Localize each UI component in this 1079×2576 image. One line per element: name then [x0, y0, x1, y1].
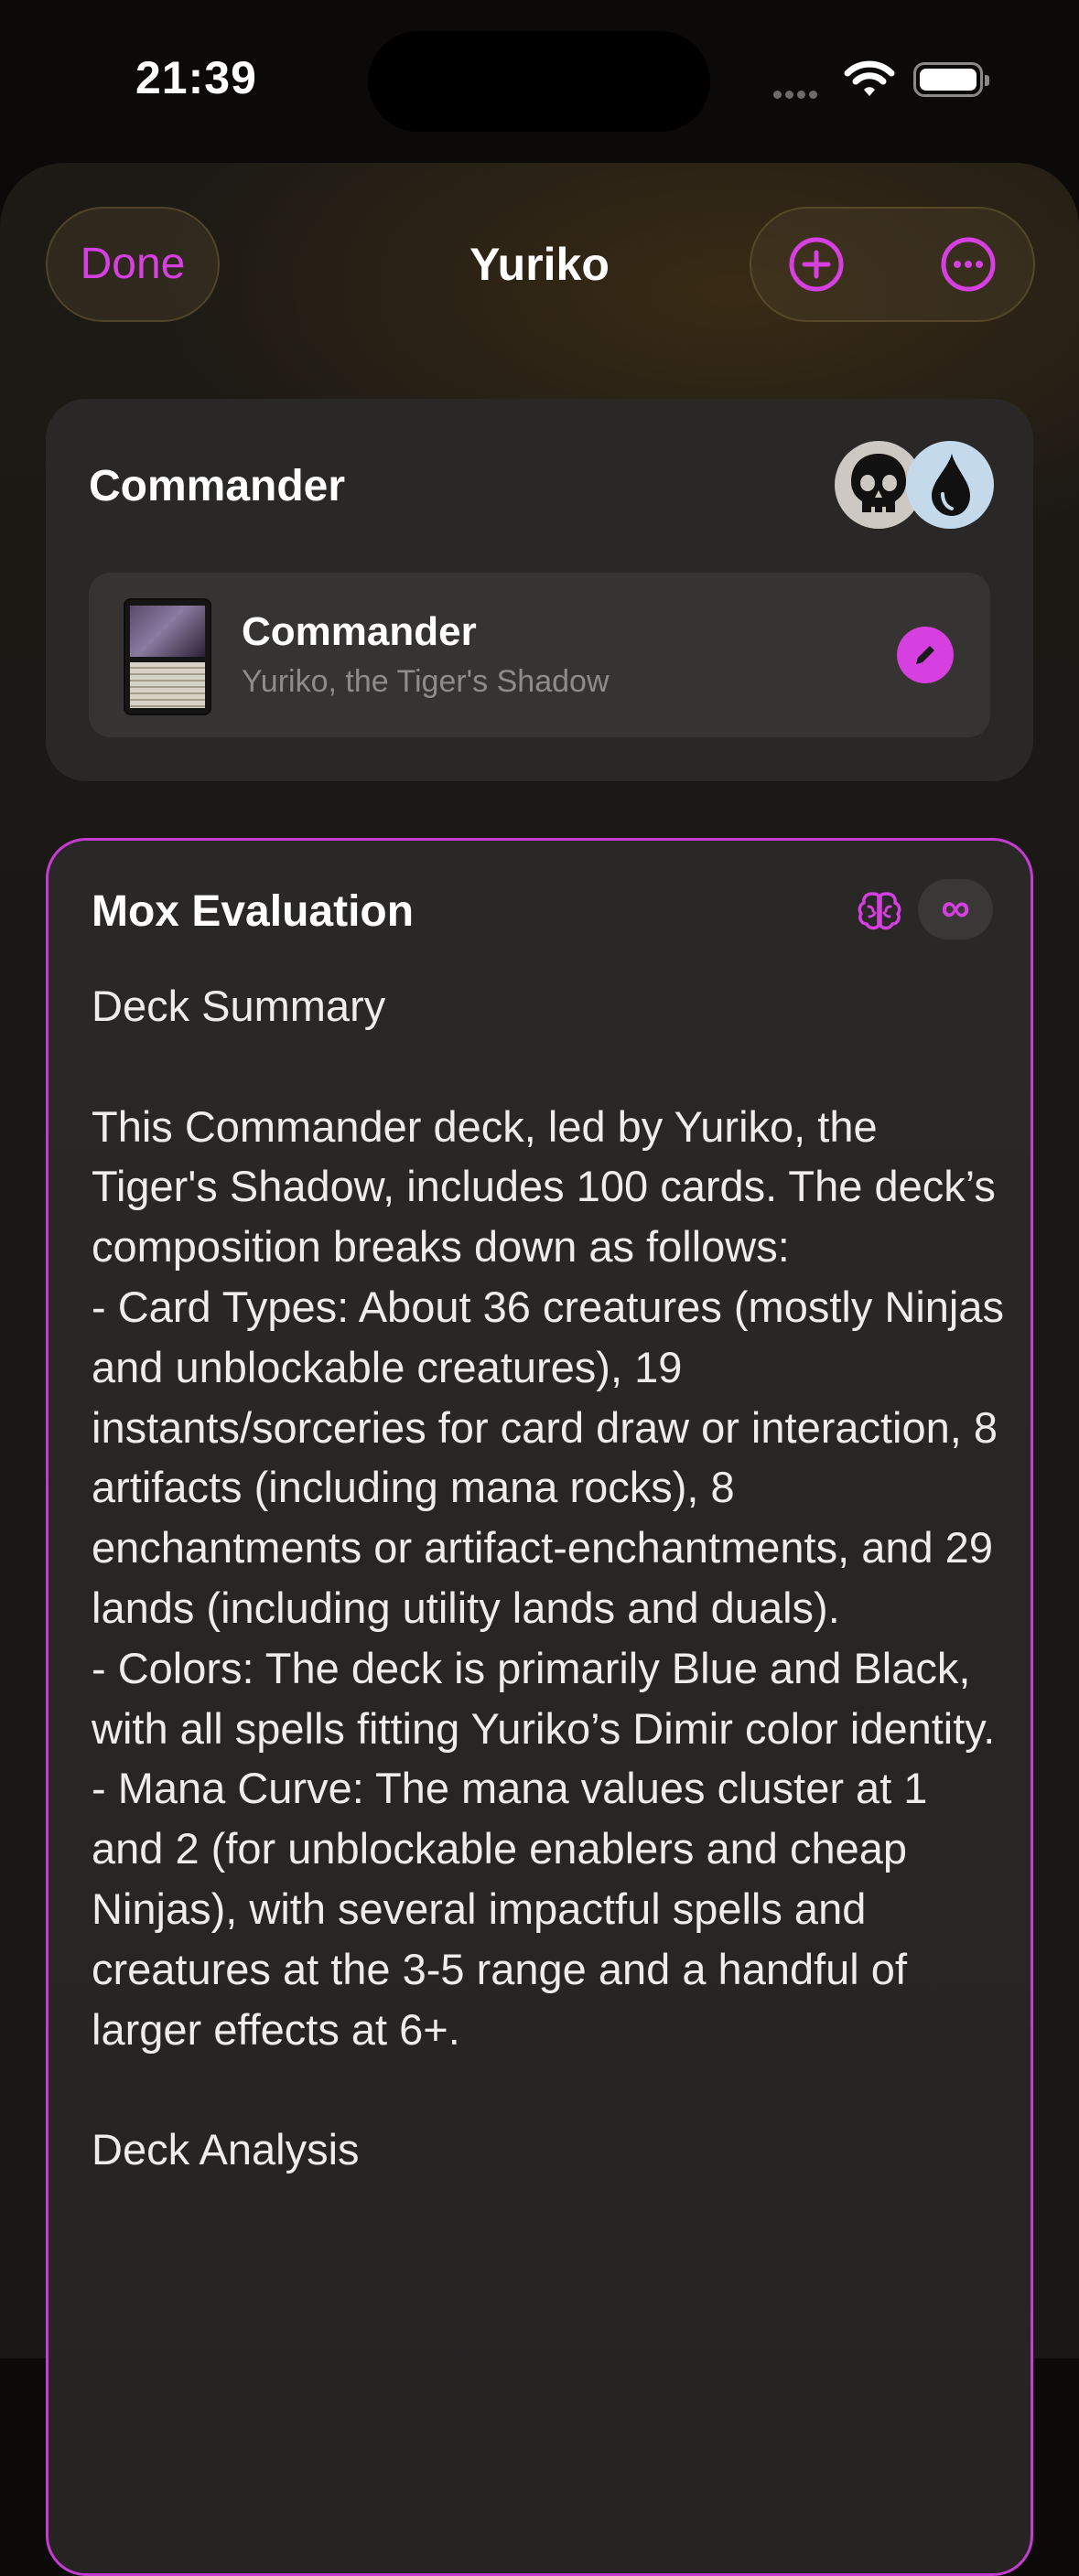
- mox-evaluation-section: Mox Evaluation ∞ Deck Summary This Comma…: [46, 838, 1033, 2576]
- brain-icon[interactable]: [854, 885, 905, 936]
- infinite-button[interactable]: ∞: [918, 879, 993, 939]
- blue-mana-icon: [906, 441, 994, 529]
- commander-section: Commander Commander Yuriko, the Tiger's …: [46, 399, 1033, 781]
- commander-card-image: [124, 598, 211, 715]
- dynamic-island: [368, 31, 710, 132]
- edit-commander-button[interactable]: [897, 627, 954, 683]
- more-options-icon[interactable]: [940, 236, 997, 293]
- status-time: 21:39: [135, 52, 257, 103]
- status-bar: 21:39: [0, 0, 1079, 156]
- deck-sheet: Done Yuriko Commander Commander Yuriko, …: [0, 163, 1079, 2576]
- battery-icon: [913, 62, 989, 97]
- evaluation-text: Deck Summary This Commander deck, led by…: [92, 982, 1005, 2174]
- commander-row[interactable]: Commander Yuriko, the Tiger's Shadow: [89, 573, 990, 737]
- cellular-signal-icon: [773, 87, 828, 99]
- commander-row-title: Commander: [242, 609, 477, 654]
- pencil-icon: [916, 646, 934, 664]
- add-icon[interactable]: [788, 236, 845, 293]
- nav-actions-group: [750, 207, 1035, 322]
- commander-section-title: Commander: [89, 462, 346, 510]
- mox-evaluation-title: Mox Evaluation: [92, 887, 415, 936]
- wifi-icon: [844, 60, 895, 96]
- commander-name: Yuriko, the Tiger's Shadow: [242, 664, 610, 699]
- infinite-icon: ∞: [941, 886, 970, 930]
